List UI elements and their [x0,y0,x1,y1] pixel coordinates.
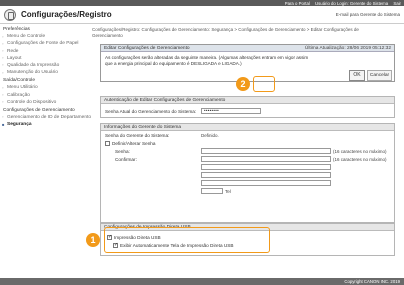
confirm-password-hint: (16 caracteres no máximo) [333,156,387,162]
sidebar-item-device-control[interactable]: Controle do Dispositivo [0,99,96,105]
portal-link[interactable]: Para o Portal [285,1,310,6]
new-password-hint: (16 caracteres no máximo) [333,148,387,154]
admin-email-input[interactable] [201,180,331,186]
panel-title: Editar Configurações de Gerenciamento [104,46,190,51]
step-2-badge: 2 [236,77,250,91]
confirm-password-label: Confirmar: [115,156,137,162]
admin-contact-input[interactable] [201,172,331,178]
admin-password-status-value: Definido. [201,132,219,138]
admin-email-row [101,179,394,187]
admin-password-status-row: Senha do Gerente do Sistema: Definido. [101,131,394,139]
panel-message: As configurações serão alteradas da segu… [105,55,309,66]
define-change-password-label: Definir/Alterar Senha [112,140,156,146]
define-change-password-row: Definir/Alterar Senha [101,139,394,147]
email-admin-link[interactable]: E-mail para Gerente do Sistema [336,12,400,17]
sidebar-group-management: Configurações de Gerenciamento [3,107,75,113]
edit-management-settings-panel: Editar Configurações de Gerenciamento Úl… [100,44,395,82]
sidebar-group-output-control: Saída/Controle [3,78,35,84]
admin-tel-input[interactable] [201,188,223,194]
current-password-row: Senha Atual do Gerenciamento do Sistema:… [101,107,394,115]
auth-section: Autenticação de Editar Configurações de … [100,96,395,118]
admin-name-input[interactable] [201,164,331,170]
define-change-password-checkbox[interactable] [105,140,110,146]
admin-tel-row: Tel [101,187,394,195]
sidebar-item-user-maintenance[interactable]: Manutenção do Usuário [0,70,96,76]
admin-name-row [101,163,394,171]
ok-button-highlight [253,76,275,92]
copyright-text: Copyright CANON INC. 2019 [344,279,400,284]
admin-tel-label: Tel [225,188,231,194]
step-1-badge: 1 [86,233,100,247]
sidebar-item-control-menu[interactable]: Menu de Controle [0,34,96,40]
admin-contact-row [101,171,394,179]
new-password-row: Senha: (16 caracteres no máximo) [101,147,394,155]
sidebar-group-preferences: Preferências [3,27,30,32]
page-title: Configurações/Registro [21,10,112,19]
breadcrumb: Configurações/Registro: Configurações de… [92,27,359,38]
confirm-password-row: Confirmar: (16 caracteres no máximo) [101,155,394,163]
ok-button[interactable]: OK [349,70,365,81]
sidebar-item-paper-source[interactable]: Configurações de Fonte de Papel [0,41,96,47]
login-user-label: Usuário do Login: Gerente do Sistema [315,0,389,6]
sidebar-item-department-id[interactable]: Gerenciamento de ID de Departamento [0,114,96,120]
new-password-input[interactable] [201,148,331,154]
sidebar-item-security[interactable]: Segurança [0,122,96,128]
sidebar-item-utility-menu[interactable]: Menu Utilitário [0,85,96,91]
settings-registration-icon [4,9,16,21]
sidebar-item-network[interactable]: Rede [0,48,96,54]
last-update-timestamp: Última Atualização: 28/06 2019 05:12:32 [304,46,391,51]
header: Configurações/Registro E-mail para Geren… [0,6,404,24]
sidebar-item-calibration[interactable]: Calibração [0,92,96,98]
new-password-label: Senha: [115,148,130,154]
auth-section-title: Autenticação de Editar Configurações de … [101,97,394,104]
usb-settings-highlight [104,227,270,253]
logout-link[interactable]: Sair [393,1,401,6]
sidebar: Preferências Menu de Controle Configuraç… [0,24,96,278]
admin-password-status-label: Senha do Gerente do Sistema: [105,132,170,138]
admin-info-section: Informações do Gerente do Sistema Senha … [100,123,395,223]
current-password-label: Senha Atual do Gerenciamento do Sistema: [105,108,197,114]
cancel-button[interactable]: Cancelar [367,70,392,81]
sidebar-item-print-quality[interactable]: Qualidade da Impressão [0,62,96,68]
sidebar-item-layout[interactable]: Layout [0,55,96,61]
current-password-input[interactable]: •••••••• [201,108,261,114]
admin-info-section-title: Informações do Gerente do Sistema [101,124,394,131]
confirm-password-input[interactable] [201,156,331,162]
panel-header: Editar Configurações de Gerenciamento Úl… [101,45,394,52]
footer: Copyright CANON INC. 2019 [0,278,404,285]
